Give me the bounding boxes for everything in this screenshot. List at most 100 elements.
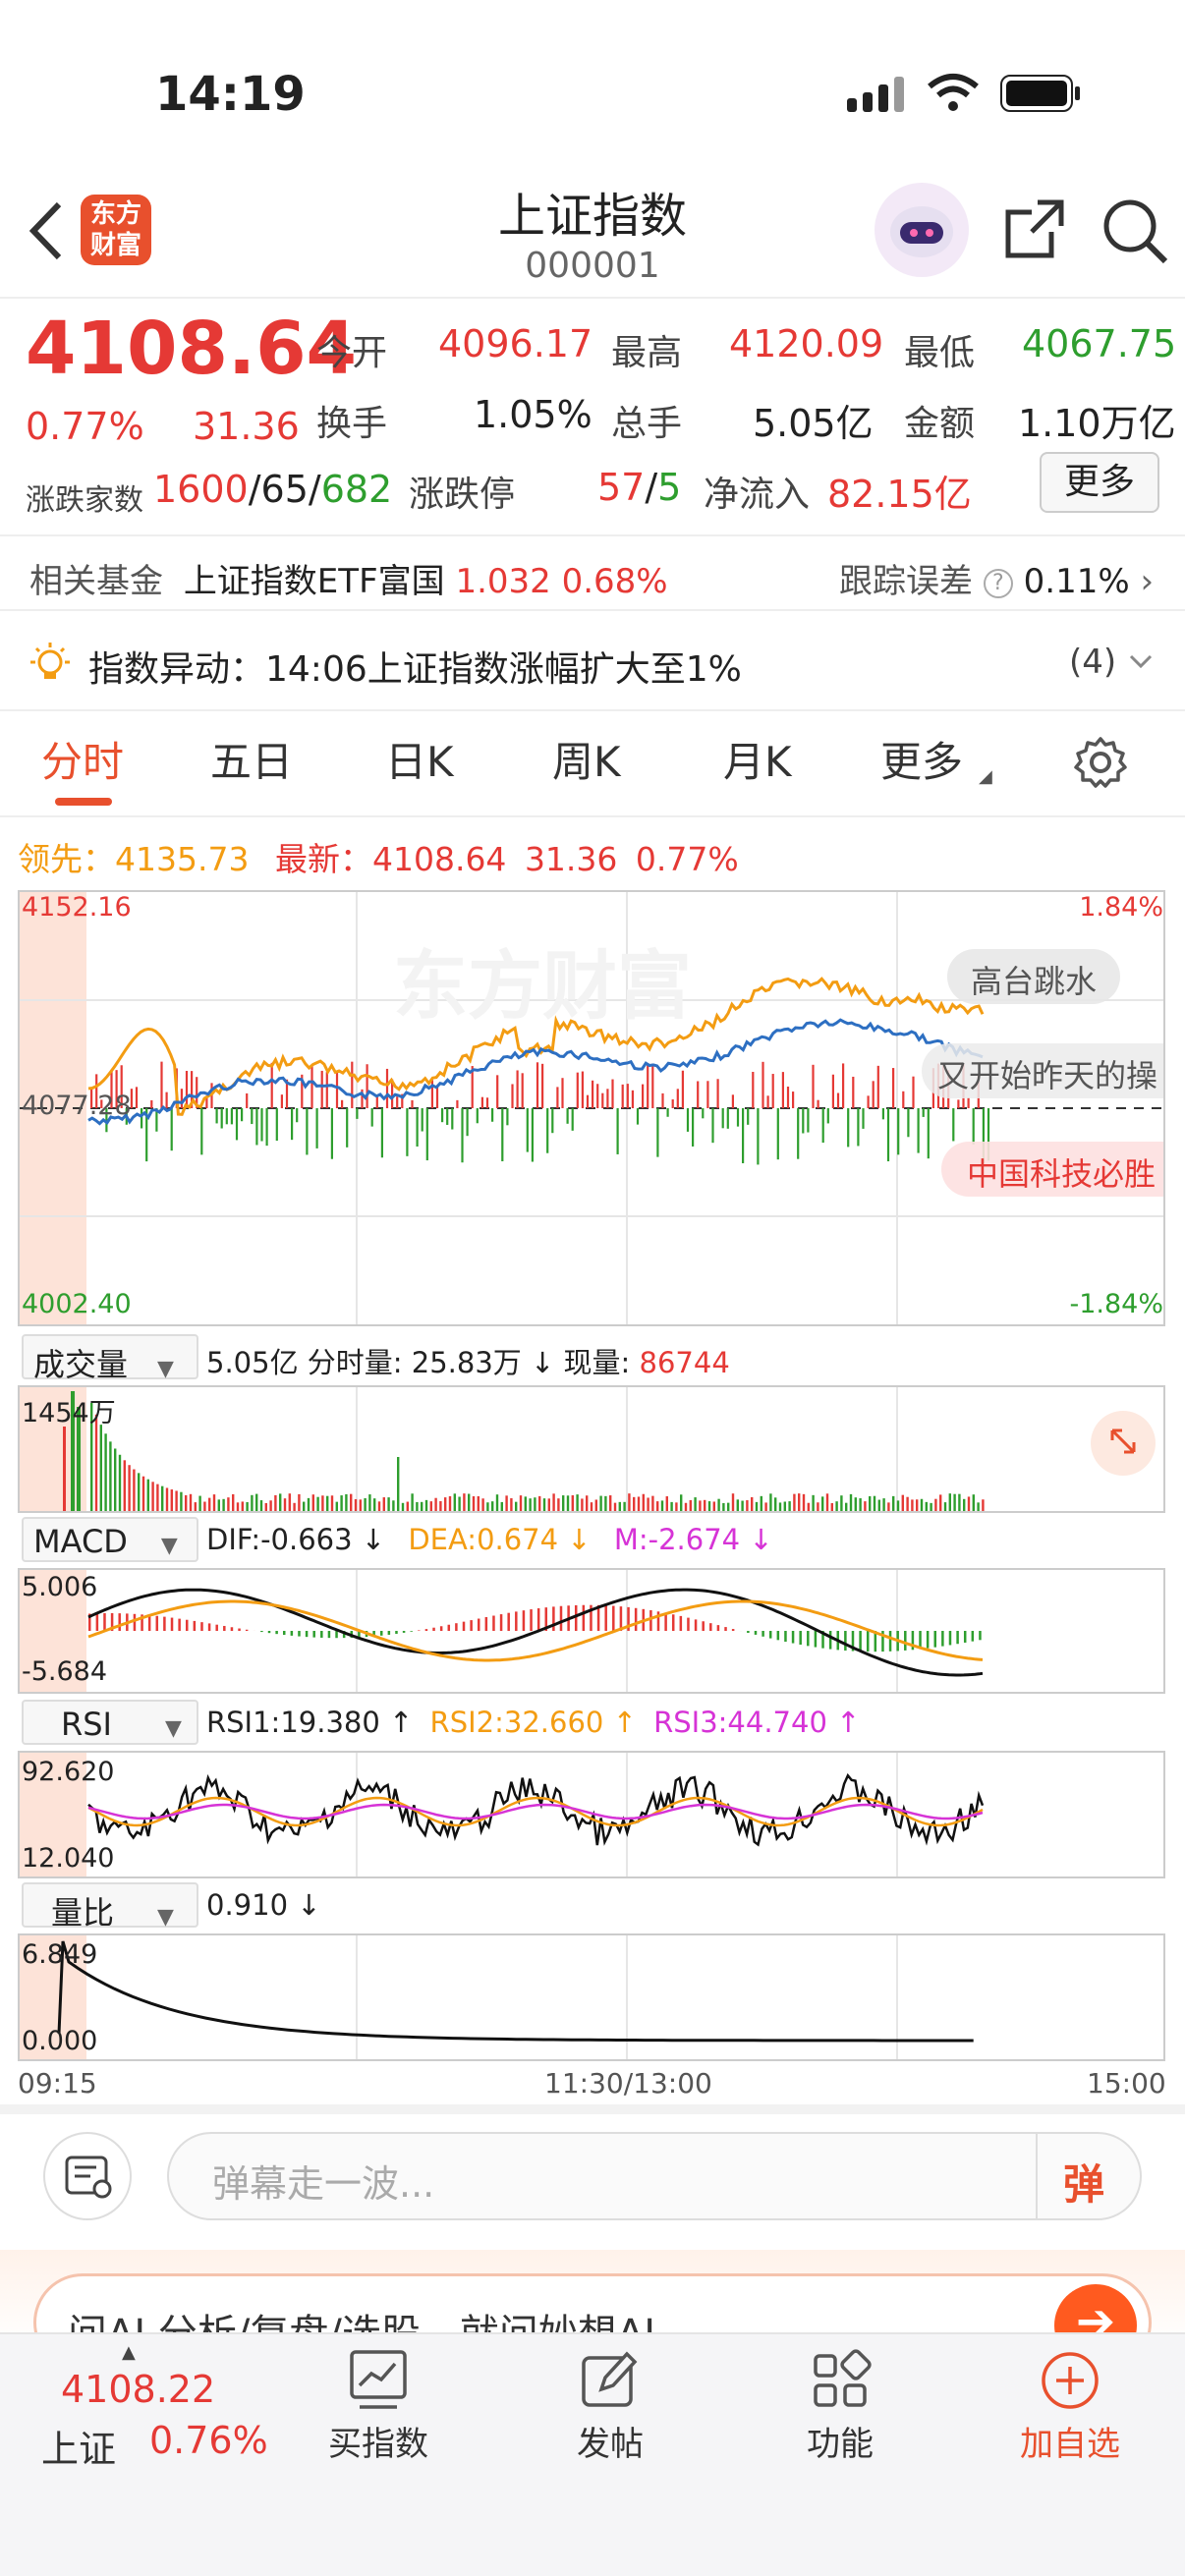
macd-bar — [282, 1631, 286, 1636]
volume-bar — [896, 1500, 900, 1511]
index-ticker[interactable]: ▲ 4108.22 上证 0.76% — [0, 2334, 268, 2482]
volume-bar — [411, 1493, 414, 1511]
volume-bar — [689, 1499, 692, 1511]
tab-five-day[interactable]: 五日 — [210, 729, 293, 789]
volume-bar — [491, 1501, 494, 1511]
settings-gear-icon[interactable] — [1073, 735, 1128, 794]
robot-avatar-icon[interactable] — [875, 183, 969, 277]
flow-bar — [335, 1072, 339, 1108]
macd-indicator-select[interactable]: MACD ▼ — [22, 1517, 198, 1562]
flow-bar — [862, 1108, 865, 1129]
volume-bar — [943, 1502, 947, 1511]
nav-add-watchlist[interactable]: 加自选 — [996, 2348, 1144, 2486]
limit-down-count: 5 — [657, 466, 682, 509]
volume-bar — [468, 1493, 471, 1511]
volume-bar — [241, 1501, 244, 1511]
flow-bar — [681, 1070, 684, 1108]
macd-bar — [522, 1610, 526, 1631]
notes-icon[interactable] — [43, 2132, 132, 2220]
plus-circle-icon — [1042, 2352, 1099, 2409]
alert-text[interactable]: 指数异动：14:06上证指数涨幅扩大至1% — [88, 641, 742, 692]
search-icon[interactable] — [1100, 196, 1169, 269]
macd-bar — [582, 1604, 586, 1631]
alert-count[interactable]: (4) — [1069, 643, 1116, 682]
flow-bar — [351, 1061, 354, 1108]
macd-bar — [447, 1624, 451, 1631]
macd-bar — [612, 1605, 615, 1631]
flow-bar — [491, 1108, 494, 1122]
tab-weekly-k[interactable]: 周K — [552, 729, 621, 789]
tracking-error[interactable]: 跟踪误差 ? 0.11% › — [839, 554, 1154, 602]
volume-bar — [444, 1497, 447, 1511]
volume-bar — [576, 1494, 579, 1511]
volume-bar — [882, 1498, 885, 1511]
volume-bar — [581, 1498, 584, 1511]
macd-bar — [170, 1617, 174, 1631]
volume-bar — [448, 1495, 452, 1511]
more-button[interactable]: 更多 — [1040, 452, 1159, 513]
flow-bar — [636, 1108, 640, 1125]
netflow-value: 82.15亿 — [827, 473, 972, 516]
tab-more[interactable]: 更多 — [880, 729, 963, 789]
chart-trend-icon — [350, 2350, 407, 2409]
nav-functions[interactable]: 功能 — [766, 2348, 914, 2486]
flow-bar — [200, 1108, 203, 1155]
flow-bar — [380, 1108, 383, 1158]
nav-buy-index[interactable]: 买指数 — [305, 2348, 452, 2486]
volume-bar — [298, 1493, 301, 1511]
volume-bar — [821, 1496, 824, 1511]
flow-bar — [892, 1068, 895, 1108]
volume-bar — [623, 1501, 626, 1511]
volume-chart[interactable]: 1454万 — [18, 1385, 1165, 1513]
volume-bar — [807, 1502, 810, 1511]
volume-bar — [133, 1469, 136, 1511]
tab-intraday[interactable]: 分时 — [41, 729, 124, 789]
volume-ratio-select[interactable]: 量比 ▼ — [22, 1882, 198, 1932]
macd-bar — [410, 1631, 413, 1632]
volume-bar — [675, 1502, 678, 1511]
flow-bar — [496, 1075, 499, 1108]
low-value: 4067.75 — [1022, 322, 1177, 365]
volume-bar — [350, 1493, 353, 1511]
macd-bar — [455, 1623, 458, 1631]
macd-bar — [768, 1631, 772, 1639]
volume-bar — [170, 1489, 173, 1511]
macd-bar — [904, 1631, 907, 1651]
volume-bar — [916, 1499, 919, 1511]
volume-bar — [798, 1493, 801, 1511]
danmu-input[interactable]: 弹幕走一波... 弹 — [167, 2132, 1142, 2220]
intraday-chart[interactable]: 东方财富 4152.16 4077.28 4002.40 1.84% -1.84… — [18, 890, 1165, 1326]
macd-bar — [335, 1631, 338, 1639]
fund-row[interactable]: 相关基金 上证指数ETF富国 1.032 0.68% — [29, 554, 668, 602]
macd-bar — [649, 1609, 652, 1631]
volume-bar — [704, 1499, 706, 1511]
macd-bar — [574, 1604, 578, 1631]
volume-bar — [712, 1501, 715, 1511]
nav-post[interactable]: 发帖 — [536, 2348, 684, 2486]
tab-daily-k[interactable]: 日K — [385, 729, 454, 789]
flow-bar — [241, 1108, 244, 1122]
macd-bar — [784, 1631, 787, 1642]
volume-ratio-chart[interactable]: 6.849 0.000 — [18, 1933, 1165, 2061]
macd-bar — [477, 1618, 480, 1631]
share-icon[interactable] — [1002, 196, 1067, 265]
flow-bar — [802, 1108, 805, 1134]
updown-counts: 1600/65/682 — [153, 468, 393, 511]
danmu-toggle-button[interactable]: 弹 — [1063, 2152, 1104, 2212]
macd-chart[interactable]: 5.006 -5.684 — [18, 1568, 1165, 1694]
flow-bar — [852, 1076, 855, 1108]
expand-icon[interactable] — [1091, 1411, 1156, 1476]
volume-indicator-select[interactable]: 成交量 ▼ — [22, 1334, 198, 1383]
macd-bar — [439, 1626, 443, 1631]
volume-bar — [864, 1501, 867, 1511]
macd-bar — [424, 1629, 428, 1631]
chevron-down-icon[interactable] — [1128, 648, 1154, 678]
y-top-value: 4152.16 — [22, 892, 132, 923]
volume-bar — [538, 1495, 541, 1511]
macd-bar — [275, 1631, 278, 1635]
flow-bar — [647, 1063, 649, 1108]
rsi-indicator-select[interactable]: RSI ▼ — [22, 1700, 198, 1745]
tab-monthly-k[interactable]: 月K — [723, 729, 792, 789]
flow-bar — [857, 1108, 860, 1147]
rsi-chart[interactable]: 92.620 12.040 — [18, 1751, 1165, 1878]
